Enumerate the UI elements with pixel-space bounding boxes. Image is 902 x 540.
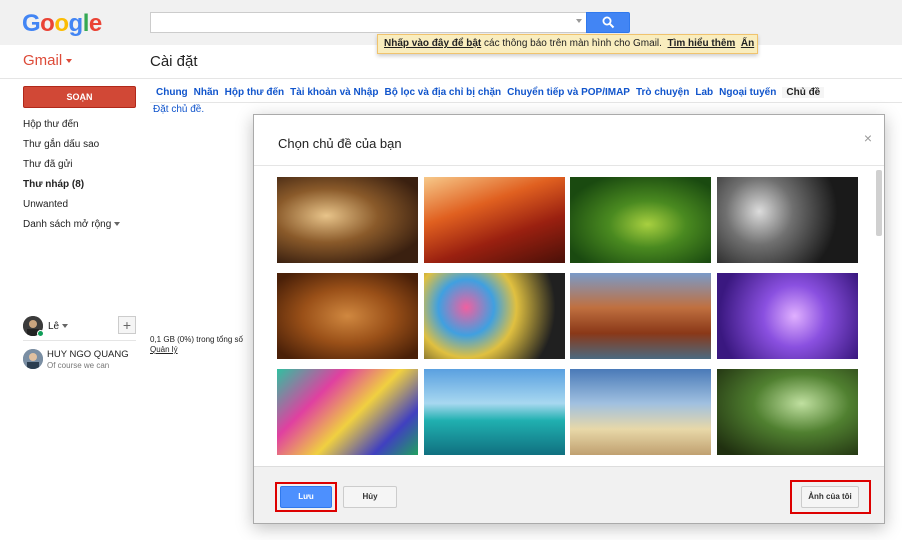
tab-settings[interactable]: Chủ đề: [782, 87, 825, 98]
theme-thumbnail-chess-pieces[interactable]: [277, 177, 418, 263]
manage-storage-link[interactable]: Quản lý: [150, 345, 178, 354]
theme-thumbnail-rainbow-swirl[interactable]: [277, 369, 418, 455]
header-divider: [0, 78, 902, 79]
tab-settings[interactable]: Lab: [695, 87, 713, 98]
theme-thumbnail-beach-person[interactable]: [570, 369, 711, 455]
contact-avatar[interactable]: [23, 349, 43, 369]
sidebar-item-label: Thư đã gửi: [23, 159, 73, 170]
tab-settings[interactable]: Bộ lọc và địa chỉ bị chặn: [384, 87, 501, 98]
online-status-icon: [37, 330, 44, 337]
learn-more-link[interactable]: Tìm hiểu thêm: [667, 38, 735, 49]
sidebar-item-label: Unwanted: [23, 199, 69, 210]
hangouts-user-name[interactable]: Lê: [48, 321, 69, 332]
sidebar-item[interactable]: Thư đã gửi: [23, 159, 73, 170]
theme-thumbnail-metal-pipes[interactable]: [717, 177, 858, 263]
theme-thumbnail-colorful-bokeh[interactable]: [424, 273, 565, 359]
gallery-scrollbar[interactable]: [876, 170, 882, 236]
hangouts-divider: [23, 340, 136, 341]
tab-settings[interactable]: Chung: [156, 87, 188, 98]
sidebar-item[interactable]: Thư nháp (8): [23, 179, 84, 190]
dialog-title: Chọn chủ đề của bạn: [278, 136, 402, 151]
chevron-down-icon: [66, 59, 73, 64]
sidebar-item[interactable]: Unwanted: [23, 199, 68, 210]
sidebar-item[interactable]: Danh sách mở rộng: [23, 219, 121, 230]
cancel-button[interactable]: Hủy: [343, 486, 397, 508]
search-icon: [602, 16, 615, 29]
tab-settings[interactable]: Trò chuyện: [636, 87, 689, 98]
tab-settings[interactable]: Tài khoản và Nhập: [290, 87, 378, 98]
sidebar-item-label: Hộp thư đến: [23, 119, 79, 130]
theme-thumbnail-red-canyon[interactable]: [424, 177, 565, 263]
theme-thumbnail-autumn-leaves[interactable]: [277, 273, 418, 359]
settings-tabs: Chung Nhãn Hộp thư đến Tài khoản và Nhập Bộ …: [150, 86, 825, 102]
tab-settings[interactable]: Hộp thư đến: [225, 87, 284, 98]
logo-letter: G: [22, 10, 41, 37]
chevron-down-icon: [114, 222, 121, 227]
my-photos-button[interactable]: Ảnh của tôi: [801, 486, 859, 508]
search-button[interactable]: [586, 12, 630, 33]
theme-thumbnail-river-canyon[interactable]: [570, 273, 711, 359]
user-name-label: Lê: [48, 321, 60, 332]
theme-thumbnail-forest-stream[interactable]: [717, 369, 858, 455]
notice-text: các thông báo trên màn hình cho Gmail.: [481, 38, 662, 49]
logo-letter: g: [68, 10, 84, 37]
theme-thumbnail-purple-jellyfish[interactable]: [717, 273, 858, 359]
storage-usage: 0,1 GB (0%) trong tổng số: [150, 335, 243, 344]
theme-gallery: [254, 165, 884, 465]
gmail-app-switcher[interactable]: Gmail: [23, 52, 73, 69]
theme-picker-dialog: Chọn chủ đề của bạn × Lưu Hủy Ảnh của tô…: [253, 114, 885, 524]
logo-letter: o: [54, 10, 69, 37]
tab-settings[interactable]: Chuyển tiếp và POP/IMAP: [507, 87, 630, 98]
contact-status: Of course we can: [47, 361, 110, 370]
gmail-label: Gmail: [23, 52, 63, 69]
chevron-down-icon: [62, 324, 69, 329]
tab-settings[interactable]: Nhãn: [194, 87, 219, 98]
dialog-footer: Lưu Hủy Ảnh của tôi: [254, 466, 884, 523]
page-title: Cài đặt: [150, 53, 198, 70]
compose-button[interactable]: SOẠN: [23, 86, 136, 108]
contact-avatar-image: [23, 349, 43, 369]
sidebar-item-label: Danh sách mở rộng: [23, 219, 112, 230]
sidebar-item-label: Thư gắn dấu sao: [23, 139, 100, 150]
sidebar-item[interactable]: Thư gắn dấu sao: [23, 139, 99, 150]
search-input[interactable]: [150, 12, 587, 33]
search-options-caret-icon[interactable]: [576, 19, 582, 23]
sidebar-item[interactable]: Hộp thư đến: [23, 119, 79, 130]
logo-letter: e: [88, 10, 102, 37]
enable-notifications-link[interactable]: Nhấp vào đây để bật: [384, 38, 481, 49]
tab-settings[interactable]: Ngoại tuyến: [719, 87, 776, 98]
logo-letter: o: [40, 10, 55, 37]
google-logo[interactable]: Google: [22, 10, 102, 38]
sidebar-item-label: Thư nháp (8): [23, 179, 85, 190]
save-button[interactable]: Lưu: [280, 486, 332, 508]
new-conversation-button[interactable]: +: [118, 316, 136, 334]
close-icon[interactable]: ×: [864, 130, 872, 146]
theme-thumbnail-tropical-lagoon[interactable]: [424, 369, 565, 455]
desktop-notification-banner: Nhấp vào đây để bật các thông báo trên m…: [377, 34, 758, 54]
tabs-divider: [150, 102, 902, 103]
contact-name[interactable]: HUY NGO QUANG: [47, 349, 129, 360]
set-theme-link[interactable]: Đặt chủ đề.: [153, 104, 204, 115]
hide-notice-link[interactable]: Ẩn: [741, 38, 754, 49]
theme-thumbnail-green-caterpillar[interactable]: [570, 177, 711, 263]
